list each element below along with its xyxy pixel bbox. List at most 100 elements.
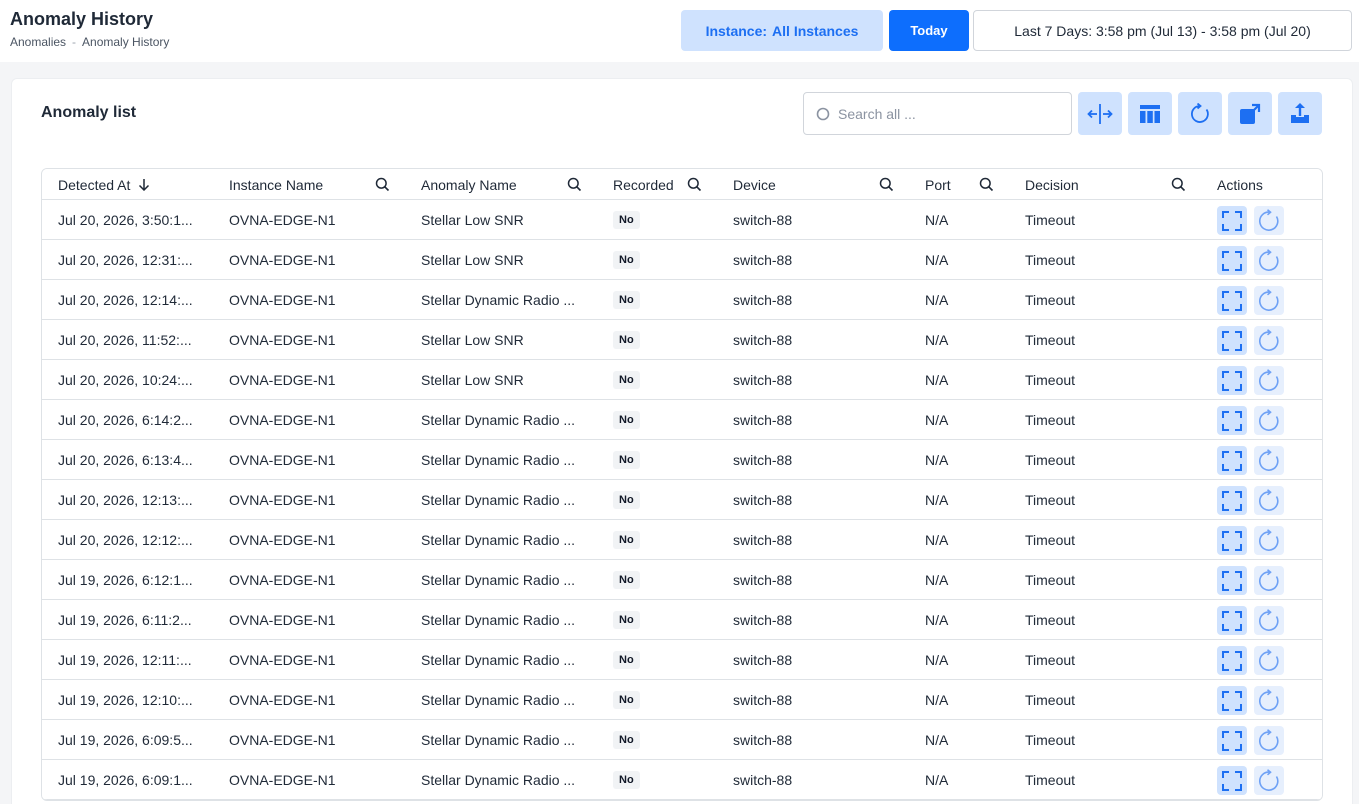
cell-port: N/A — [925, 411, 949, 428]
breadcrumb-separator: - — [72, 35, 77, 49]
page-title: Anomaly History — [10, 9, 154, 29]
table-row[interactable]: Jul 20, 2026, 12:31:... OVNA-EDGE-N1 Ste… — [42, 240, 1322, 280]
table-row[interactable]: Jul 20, 2026, 10:24:... OVNA-EDGE-N1 Ste… — [42, 360, 1322, 400]
cell-detected-at: Jul 20, 2026, 12:13:... — [58, 491, 193, 508]
open-external-button[interactable] — [1228, 92, 1272, 135]
table-row[interactable]: Jul 19, 2026, 6:11:2... OVNA-EDGE-N1 Ste… — [42, 600, 1322, 640]
export-button[interactable] — [1278, 92, 1322, 135]
replay-button[interactable] — [1254, 726, 1284, 755]
sort-desc-icon[interactable] — [138, 178, 150, 191]
replay-button[interactable] — [1254, 246, 1284, 275]
cell-detected-at: Jul 19, 2026, 12:10:... — [58, 691, 193, 708]
cell-instance-name: OVNA-EDGE-N1 — [229, 251, 336, 268]
expand-icon — [1222, 210, 1242, 231]
expand-button[interactable] — [1217, 726, 1247, 755]
cell-recorded: No — [613, 240, 713, 279]
cell-recorded: No — [613, 760, 713, 799]
cell-device: switch-88 — [733, 611, 793, 628]
expand-button[interactable] — [1217, 246, 1247, 275]
table-row[interactable]: Jul 20, 2026, 12:14:... OVNA-EDGE-N1 Ste… — [42, 280, 1322, 320]
table-row[interactable]: Jul 19, 2026, 6:12:1... OVNA-EDGE-N1 Ste… — [42, 560, 1322, 600]
table-row[interactable]: Jul 19, 2026, 12:10:... OVNA-EDGE-N1 Ste… — [42, 680, 1322, 720]
cell-port: N/A — [925, 571, 949, 588]
expand-button[interactable] — [1217, 566, 1247, 595]
expand-button[interactable] — [1217, 646, 1247, 675]
resize-columns-button[interactable] — [1078, 92, 1122, 135]
cell-decision: Timeout — [1025, 211, 1076, 228]
expand-icon — [1222, 370, 1242, 391]
column-search-icon[interactable] — [687, 177, 702, 192]
expand-button[interactable] — [1217, 606, 1247, 635]
search-box[interactable] — [803, 92, 1072, 135]
table-row[interactable]: Jul 20, 2026, 6:14:2... OVNA-EDGE-N1 Ste… — [42, 400, 1322, 440]
cell-decision: Timeout — [1025, 731, 1076, 748]
expand-button[interactable] — [1217, 526, 1247, 555]
cell-recorded: No — [613, 200, 713, 239]
cell-recorded: No — [613, 280, 713, 319]
expand-button[interactable] — [1217, 326, 1247, 355]
expand-button[interactable] — [1217, 366, 1247, 395]
column-label: Instance Name — [229, 176, 324, 193]
replay-button[interactable] — [1254, 446, 1284, 475]
replay-button[interactable] — [1254, 486, 1284, 515]
expand-button[interactable] — [1217, 486, 1247, 515]
cell-instance-name: OVNA-EDGE-N1 — [229, 691, 336, 708]
search-input[interactable] — [838, 105, 1058, 122]
cell-decision: Timeout — [1025, 531, 1076, 548]
replay-button[interactable] — [1254, 326, 1284, 355]
column-search-icon[interactable] — [979, 177, 994, 192]
expand-icon — [1222, 770, 1242, 791]
table-row[interactable]: Jul 20, 2026, 12:13:... OVNA-EDGE-N1 Ste… — [42, 480, 1322, 520]
replay-icon — [1259, 768, 1279, 791]
date-range-button[interactable]: Last 7 Days: 3:58 pm (Jul 13) - 3:58 pm … — [973, 10, 1352, 51]
column-search-icon[interactable] — [1171, 177, 1186, 192]
column-search-icon[interactable] — [375, 177, 390, 192]
columns-button[interactable] — [1128, 92, 1172, 135]
instance-selector-button[interactable]: Instance: All Instances — [681, 10, 883, 51]
cell-detected-at: Jul 20, 2026, 3:50:1... — [58, 211, 193, 228]
replay-button[interactable] — [1254, 766, 1284, 795]
replay-button[interactable] — [1254, 286, 1284, 315]
expand-icon — [1222, 650, 1242, 671]
cell-decision: Timeout — [1025, 691, 1076, 708]
cell-device: switch-88 — [733, 251, 793, 268]
expand-button[interactable] — [1217, 286, 1247, 315]
replay-button[interactable] — [1254, 366, 1284, 395]
cell-device: switch-88 — [733, 451, 793, 468]
replay-button[interactable] — [1254, 646, 1284, 675]
expand-button[interactable] — [1217, 766, 1247, 795]
table-row[interactable]: Jul 20, 2026, 6:13:4... OVNA-EDGE-N1 Ste… — [42, 440, 1322, 480]
column-label: Detected At — [58, 176, 131, 193]
table-row[interactable]: Jul 20, 2026, 3:50:1... OVNA-EDGE-N1 Ste… — [42, 200, 1322, 240]
table-row[interactable]: Jul 19, 2026, 12:11:... OVNA-EDGE-N1 Ste… — [42, 640, 1322, 680]
expand-button[interactable] — [1217, 406, 1247, 435]
table-row[interactable]: Jul 19, 2026, 6:09:1... OVNA-EDGE-N1 Ste… — [42, 760, 1322, 800]
cell-recorded: No — [613, 560, 713, 599]
column-search-icon[interactable] — [879, 177, 894, 192]
breadcrumb-anomalies[interactable]: Anomalies — [10, 35, 66, 49]
replay-button[interactable] — [1254, 406, 1284, 435]
expand-button[interactable] — [1217, 686, 1247, 715]
cell-anomaly-name: Stellar Dynamic Radio ... — [421, 731, 576, 748]
cell-instance-name: OVNA-EDGE-N1 — [229, 371, 336, 388]
replay-button[interactable] — [1254, 526, 1284, 555]
cell-anomaly-name: Stellar Dynamic Radio ... — [421, 571, 576, 588]
column-header-anomaly-name: Anomaly Name — [421, 169, 517, 200]
table-row[interactable]: Jul 19, 2026, 6:09:5... OVNA-EDGE-N1 Ste… — [42, 720, 1322, 760]
table-row[interactable]: Jul 20, 2026, 11:52:... OVNA-EDGE-N1 Ste… — [42, 320, 1322, 360]
expand-button[interactable] — [1217, 446, 1247, 475]
cell-detected-at: Jul 20, 2026, 12:12:... — [58, 531, 193, 548]
table-row[interactable]: Jul 20, 2026, 12:12:... OVNA-EDGE-N1 Ste… — [42, 520, 1322, 560]
column-label: Port — [925, 176, 951, 193]
today-button[interactable]: Today — [889, 10, 969, 51]
replay-button[interactable] — [1254, 606, 1284, 635]
replay-button[interactable] — [1254, 686, 1284, 715]
expand-button[interactable] — [1217, 206, 1247, 235]
column-search-icon[interactable] — [567, 177, 582, 192]
column-header-detected-at[interactable]: Detected At — [58, 169, 150, 200]
cell-anomaly-name: Stellar Low SNR — [421, 251, 524, 268]
replay-icon — [1259, 328, 1279, 351]
replay-button[interactable] — [1254, 566, 1284, 595]
refresh-button[interactable] — [1178, 92, 1222, 135]
replay-button[interactable] — [1254, 206, 1284, 235]
